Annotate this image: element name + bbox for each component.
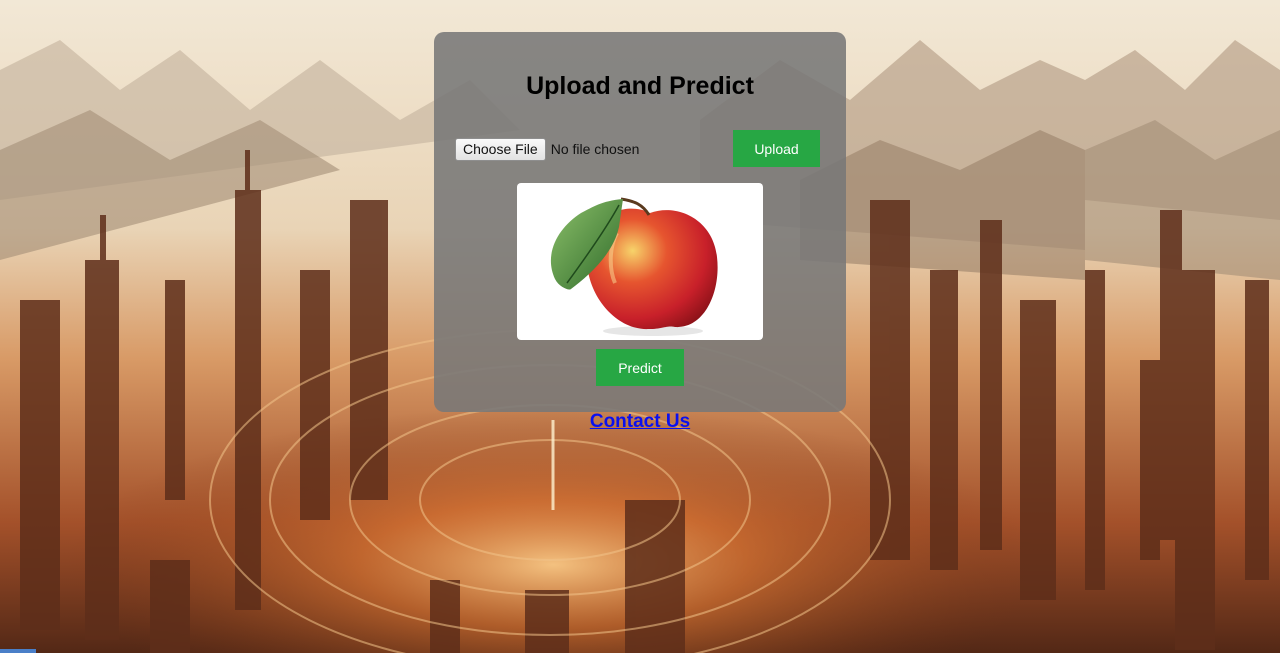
taskbar-indicator [0,649,36,653]
image-preview [517,183,763,340]
contact-link-container: Contact Us [0,411,1280,433]
file-status-text: No file chosen [550,141,640,157]
predict-button[interactable]: Predict [596,349,684,386]
file-input: Choose File No file chosen [455,137,640,161]
page-title: Upload and Predict [526,72,754,100]
apple-image [550,197,718,336]
contact-us-link[interactable]: Contact Us [590,411,690,432]
upload-button[interactable]: Upload [733,130,820,167]
choose-file-button[interactable]: Choose File [455,137,546,161]
